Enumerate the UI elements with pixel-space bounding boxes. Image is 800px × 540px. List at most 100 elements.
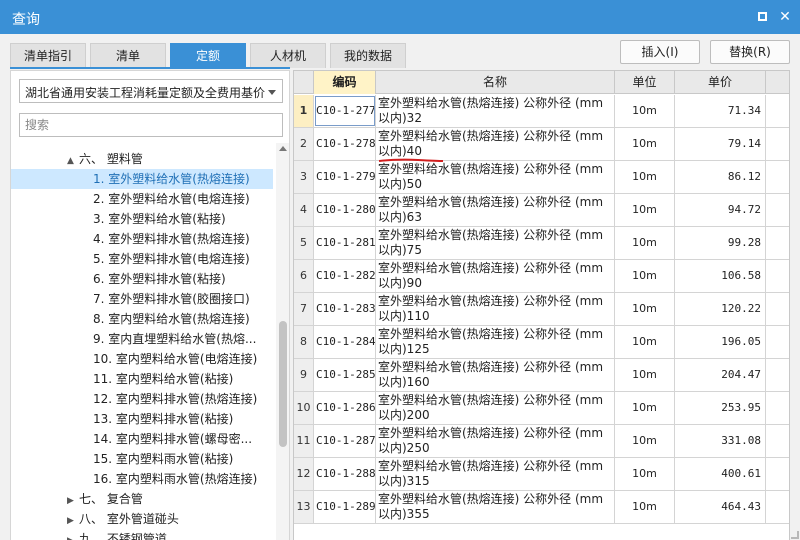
row-number: 10 xyxy=(294,392,314,424)
tree-scrollbar[interactable] xyxy=(276,143,289,540)
table-row[interactable]: 2 C10-1-278 室外塑料给水管(热熔连接) 公称外径 (mm以内)40 … xyxy=(294,128,789,161)
scroll-up-icon[interactable] xyxy=(279,146,287,151)
row-code[interactable]: C10-1-286 xyxy=(314,392,376,424)
row-number: 8 xyxy=(294,326,314,358)
tree-item[interactable]: 4. 室外塑料排水管(热熔连接) xyxy=(93,229,250,249)
table-row[interactable]: 1 C10-1-277 室外塑料给水管(热熔连接) 公称外径 (mm以内)32 … xyxy=(294,95,789,128)
row-code[interactable]: C10-1-285 xyxy=(314,359,376,391)
tree-item[interactable]: 9. 室内直埋塑料给水管(热熔... xyxy=(93,329,256,349)
maximize-icon xyxy=(757,12,767,21)
tree-item[interactable]: 1. 室外塑料给水管(热熔连接) xyxy=(11,169,273,189)
row-code[interactable]: C10-1-283 xyxy=(314,293,376,325)
expand-icon[interactable]: ▶ xyxy=(67,531,79,540)
close-button[interactable]: ✕ xyxy=(776,8,794,26)
quota-tree: ▲ 六、 塑料管 1. 室外塑料给水管(热熔连接) 2. 室外塑料给水管(电熔连接… xyxy=(11,143,275,540)
tree-item[interactable]: 16. 室内塑料雨水管(热熔连接) xyxy=(93,469,257,489)
tree-item[interactable]: 13. 室内塑料排水管(粘接) xyxy=(93,409,233,429)
expand-icon[interactable]: ▶ xyxy=(67,511,79,531)
tab-my-data[interactable]: 我的数据 xyxy=(330,43,406,68)
row-code[interactable]: C10-1-279 xyxy=(314,161,376,193)
row-spacer xyxy=(766,293,789,325)
row-number: 11 xyxy=(294,425,314,457)
table-row[interactable]: 3 C10-1-279 室外塑料给水管(热熔连接) 公称外径 (mm以内)50 … xyxy=(294,161,789,194)
tree-item[interactable]: 15. 室内塑料雨水管(粘接) xyxy=(93,449,233,469)
row-code[interactable]: C10-1-278 xyxy=(314,128,376,160)
row-price: 79.14 xyxy=(675,128,766,160)
tree-item[interactable]: 10. 室内塑料给水管(电熔连接) xyxy=(93,349,257,369)
replace-button[interactable]: 替换(R) xyxy=(710,40,790,64)
row-code[interactable]: C10-1-277 xyxy=(314,95,376,127)
row-unit: 10m xyxy=(615,491,675,523)
scrollbar-thumb[interactable] xyxy=(279,321,287,447)
tree-node-composite-pipe[interactable]: ▶ 七、 复合管 xyxy=(67,489,143,509)
row-unit: 10m xyxy=(615,95,675,127)
tree-item[interactable]: 11. 室内塑料给水管(粘接) xyxy=(93,369,233,389)
header-unit[interactable]: 单位 xyxy=(615,71,675,94)
library-select[interactable]: 湖北省通用安装工程消耗量定额及全费用基价表 xyxy=(19,79,283,103)
row-unit: 10m xyxy=(615,425,675,457)
row-code[interactable]: C10-1-289 xyxy=(314,491,376,523)
tab-labor-material[interactable]: 人材机 xyxy=(250,43,326,68)
table-row[interactable]: 11 C10-1-287 室外塑料给水管(热熔连接) 公称外径 (mm以内)25… xyxy=(294,425,789,458)
close-icon: ✕ xyxy=(779,9,791,25)
expand-icon[interactable]: ▶ xyxy=(67,491,79,511)
row-name: 室外塑料给水管(热熔连接) 公称外径 (mm以内)125 xyxy=(376,326,615,358)
row-code[interactable]: C10-1-280 xyxy=(314,194,376,226)
tree-item[interactable]: 3. 室外塑料给水管(粘接) xyxy=(93,209,226,229)
header-rownum xyxy=(294,71,314,94)
tree-node-plastic-pipe[interactable]: ▲ 六、 塑料管 xyxy=(67,149,143,169)
row-name: 室外塑料给水管(热熔连接) 公称外径 (mm以内)355 xyxy=(376,491,615,523)
tree-item[interactable]: 6. 室外塑料排水管(粘接) xyxy=(93,269,226,289)
header-code[interactable]: 编码 xyxy=(314,71,376,94)
row-code[interactable]: C10-1-287 xyxy=(314,425,376,457)
row-unit: 10m xyxy=(615,194,675,226)
row-unit: 10m xyxy=(615,458,675,490)
table-row[interactable]: 5 C10-1-281 室外塑料给水管(热熔连接) 公称外径 (mm以内)75 … xyxy=(294,227,789,260)
table-row[interactable]: 7 C10-1-283 室外塑料给水管(热熔连接) 公称外径 (mm以内)110… xyxy=(294,293,789,326)
table-row[interactable]: 13 C10-1-289 室外塑料给水管(热熔连接) 公称外径 (mm以内)35… xyxy=(294,491,789,524)
search-input[interactable] xyxy=(19,113,283,137)
tree-item[interactable]: 12. 室内塑料排水管(热熔连接) xyxy=(93,389,257,409)
table-row[interactable]: 9 C10-1-285 室外塑料给水管(热熔连接) 公称外径 (mm以内)160… xyxy=(294,359,789,392)
row-name: 室外塑料给水管(热熔连接) 公称外径 (mm以内)40 xyxy=(376,128,615,160)
resize-grip-icon[interactable] xyxy=(791,531,799,539)
table-row[interactable]: 10 C10-1-286 室外塑料给水管(热熔连接) 公称外径 (mm以内)20… xyxy=(294,392,789,425)
row-number: 13 xyxy=(294,491,314,523)
collapse-icon[interactable]: ▲ xyxy=(67,151,79,171)
header-name[interactable]: 名称 xyxy=(376,71,615,94)
tree-item[interactable]: 2. 室外塑料给水管(电熔连接) xyxy=(93,189,250,209)
row-spacer xyxy=(766,161,789,193)
insert-button[interactable]: 插入(I) xyxy=(620,40,700,64)
row-price: 253.95 xyxy=(675,392,766,424)
tree-node-outdoor-connection[interactable]: ▶ 八、 室外管道碰头 xyxy=(67,509,179,529)
row-code[interactable]: C10-1-284 xyxy=(314,326,376,358)
tree-item[interactable]: 14. 室内塑料排水管(螺母密... xyxy=(93,429,252,449)
row-code[interactable]: C10-1-288 xyxy=(314,458,376,490)
window-title: 查询 xyxy=(12,12,40,28)
row-price: 71.34 xyxy=(675,95,766,127)
tree-node-stainless-pipe[interactable]: ▶九、 不锈钢管道 xyxy=(67,529,167,540)
tree-item[interactable]: 5. 室外塑料排水管(电熔连接) xyxy=(93,249,250,269)
row-number: 5 xyxy=(294,227,314,259)
tree-item[interactable]: 7. 室外塑料排水管(胶圈接口) xyxy=(93,289,250,309)
tab-quota[interactable]: 定额 xyxy=(170,43,246,68)
library-panel: 湖北省通用安装工程消耗量定额及全费用基价表 ▲六、 塑料管 1. 室外塑料给水管… xyxy=(10,70,290,540)
tab-bill[interactable]: 清单 xyxy=(90,43,166,68)
table-row[interactable]: 4 C10-1-280 室外塑料给水管(热熔连接) 公称外径 (mm以内)63 … xyxy=(294,194,789,227)
row-code[interactable]: C10-1-282 xyxy=(314,260,376,292)
table-row[interactable]: 12 C10-1-288 室外塑料给水管(热熔连接) 公称外径 (mm以内)31… xyxy=(294,458,789,491)
row-number: 3 xyxy=(294,161,314,193)
table-row[interactable]: 8 C10-1-284 室外塑料给水管(热熔连接) 公称外径 (mm以内)125… xyxy=(294,326,789,359)
table-row[interactable]: 6 C10-1-282 室外塑料给水管(热熔连接) 公称外径 (mm以内)90 … xyxy=(294,260,789,293)
red-underline-annotation xyxy=(378,158,444,162)
row-name: 室外塑料给水管(热熔连接) 公称外径 (mm以内)32 xyxy=(376,95,615,127)
header-price[interactable]: 单价 xyxy=(675,71,766,94)
tree-item[interactable]: 8. 室内塑料给水管(热熔连接) xyxy=(93,309,250,329)
tab-bill-guide[interactable]: 清单指引 xyxy=(10,43,86,68)
table-header: 编码 名称 单位 单价 xyxy=(294,71,789,94)
row-price: 196.05 xyxy=(675,326,766,358)
row-spacer xyxy=(766,227,789,259)
row-number: 12 xyxy=(294,458,314,490)
maximize-button[interactable] xyxy=(753,8,771,26)
row-code[interactable]: C10-1-281 xyxy=(314,227,376,259)
